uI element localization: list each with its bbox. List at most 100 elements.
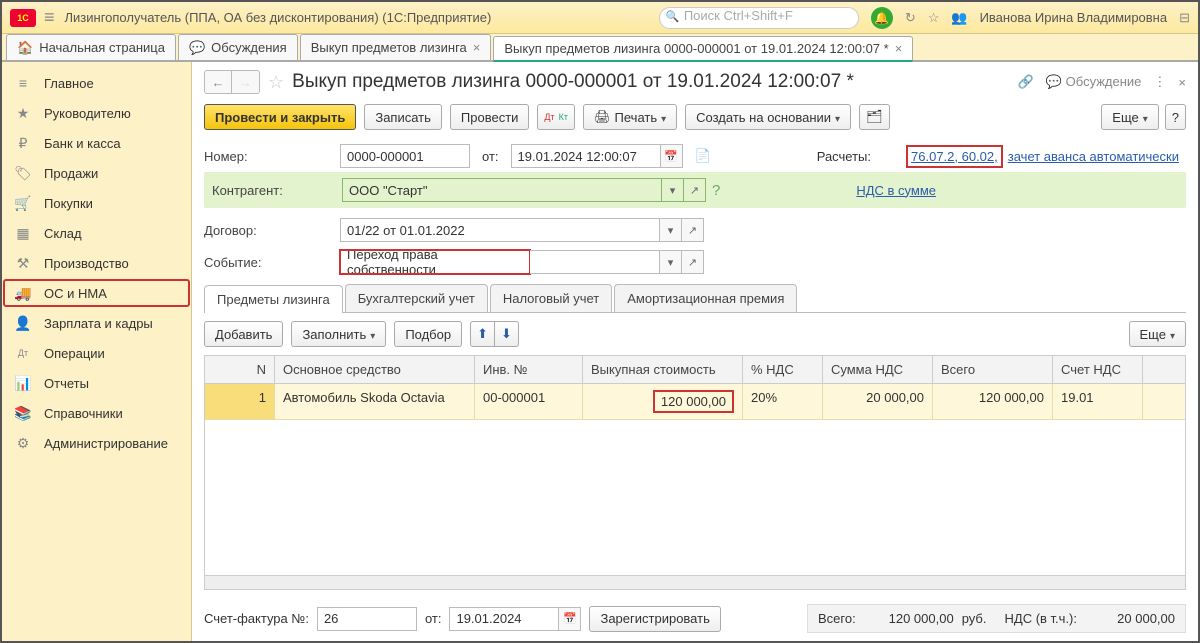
- col-header-total[interactable]: Всего: [933, 356, 1053, 383]
- event-input-rest[interactable]: [530, 250, 660, 274]
- dropdown-icon[interactable]: ▾: [660, 250, 682, 274]
- dtkt-button[interactable]: ДтКт: [537, 104, 575, 130]
- sidebar-item-reports[interactable]: 📊Отчеты: [2, 368, 191, 398]
- sidebar-item-manager[interactable]: ★Руководителю: [2, 98, 191, 128]
- subtab-tax[interactable]: Налоговый учет: [490, 284, 612, 312]
- sidebar-item-label: Склад: [44, 226, 82, 241]
- tab-discussions[interactable]: 💬 Обсуждения: [178, 34, 298, 60]
- sidebar-item-main[interactable]: ≡Главное: [2, 68, 191, 98]
- sidebar-item-warehouse[interactable]: ▦Склад: [2, 218, 191, 248]
- add-row-button[interactable]: Добавить: [204, 321, 283, 347]
- close-icon[interactable]: ×: [895, 41, 903, 56]
- open-icon[interactable]: ↗: [682, 218, 704, 242]
- panel-toggle-icon[interactable]: ⊟: [1179, 10, 1190, 26]
- contractor-help-icon[interactable]: ?: [712, 182, 720, 199]
- pick-button[interactable]: Подбор: [394, 321, 462, 347]
- cell-inv[interactable]: 00-000001: [475, 384, 583, 419]
- cell-vat-sum[interactable]: 20 000,00: [823, 384, 933, 419]
- date-input[interactable]: 19.01.2024 12:00:07: [511, 144, 661, 168]
- tab-buyout-doc-label: Выкуп предметов лизинга 0000-000001 от 1…: [504, 41, 888, 56]
- notifications-icon[interactable]: 🔔: [871, 7, 893, 29]
- help-button[interactable]: ?: [1165, 104, 1186, 130]
- vat-mode-link[interactable]: НДС в сумме: [856, 183, 936, 198]
- cell-buyout[interactable]: 120 000,00: [583, 384, 743, 419]
- number-input[interactable]: 0000-000001: [340, 144, 470, 168]
- col-header-inv[interactable]: Инв. №: [475, 356, 583, 383]
- cell-n[interactable]: 1: [205, 384, 275, 419]
- move-up-button[interactable]: ⬆: [470, 321, 495, 347]
- cell-asset[interactable]: Автомобиль Skoda Octavia: [275, 384, 475, 419]
- star-icon[interactable]: ☆: [928, 10, 940, 26]
- sidebar-item-admin[interactable]: ⚙Администрирование: [2, 428, 191, 458]
- sidebar-item-sales[interactable]: 🏷Продажи: [2, 158, 191, 188]
- col-header-buyout[interactable]: Выкупная стоимость: [583, 356, 743, 383]
- posted-flag-icon[interactable]: 📄: [695, 148, 711, 164]
- more-button[interactable]: Еще: [1101, 104, 1158, 130]
- dropdown-icon[interactable]: ▾: [660, 218, 682, 242]
- link-icon[interactable]: 🔗: [1018, 74, 1034, 90]
- hamburger-icon[interactable]: ≡: [44, 7, 55, 28]
- cell-vat-pct[interactable]: 20%: [743, 384, 823, 419]
- col-header-asset[interactable]: Основное средство: [275, 356, 475, 383]
- col-header-n[interactable]: N: [205, 356, 275, 383]
- tab-buyout-list[interactable]: Выкуп предметов лизинга ×: [300, 34, 492, 60]
- sidebar-item-bank[interactable]: ₽Банк и касса: [2, 128, 191, 158]
- discussion-link[interactable]: 💬 Обсуждение: [1046, 74, 1142, 90]
- back-button[interactable]: ←: [204, 70, 232, 94]
- calendar-icon[interactable]: 📅: [559, 607, 581, 631]
- col-header-account[interactable]: Счет НДС: [1053, 356, 1143, 383]
- create-based-label: Создать на основании: [696, 110, 831, 125]
- structure-button[interactable]: 🗂: [859, 104, 890, 130]
- invoice-number-input[interactable]: 26: [317, 607, 417, 631]
- cart-icon: 🛒: [14, 195, 32, 212]
- cell-total[interactable]: 120 000,00: [933, 384, 1053, 419]
- table-row[interactable]: 1 Автомобиль Skoda Octavia 00-000001 120…: [205, 384, 1185, 420]
- create-based-button[interactable]: Создать на основании: [685, 104, 851, 130]
- settlements-link-accounts[interactable]: 76.07.2, 60.02,: [907, 146, 1002, 167]
- dropdown-icon[interactable]: ▾: [662, 178, 684, 202]
- forward-button[interactable]: →: [232, 70, 260, 94]
- open-icon[interactable]: ↗: [684, 178, 706, 202]
- tab-buyout-doc[interactable]: Выкуп предметов лизинга 0000-000001 от 1…: [493, 36, 913, 62]
- global-search-input[interactable]: Поиск Ctrl+Shift+F: [659, 7, 859, 29]
- contractor-input[interactable]: ООО "Старт": [342, 178, 662, 202]
- close-icon[interactable]: ×: [1178, 75, 1186, 90]
- current-user[interactable]: Иванова Ирина Владимировна: [980, 10, 1168, 25]
- post-button[interactable]: Провести: [450, 104, 530, 130]
- horizontal-scrollbar[interactable]: [204, 576, 1186, 590]
- history-icon[interactable]: ↻: [905, 10, 916, 26]
- subtab-premium[interactable]: Амортизационная премия: [614, 284, 797, 312]
- sidebar-item-operations[interactable]: ДтОперации: [2, 338, 191, 368]
- sidebar-item-salary[interactable]: 👤Зарплата и кадры: [2, 308, 191, 338]
- event-input[interactable]: Переход права собственности: [340, 250, 530, 274]
- sidebar-item-catalogs[interactable]: 📚Справочники: [2, 398, 191, 428]
- post-and-close-button[interactable]: Провести и закрыть: [204, 104, 356, 130]
- sidebar-item-purchases[interactable]: 🛒Покупки: [2, 188, 191, 218]
- favorite-star-icon[interactable]: ☆: [268, 72, 284, 93]
- sidebar-item-os-nma[interactable]: 🚚ОС и НМА: [2, 278, 191, 308]
- col-header-vat-sum[interactable]: Сумма НДС: [823, 356, 933, 383]
- tab-discussions-label: Обсуждения: [211, 40, 287, 55]
- col-header-vat-pct[interactable]: % НДС: [743, 356, 823, 383]
- calendar-icon[interactable]: 📅: [661, 144, 683, 168]
- close-icon[interactable]: ×: [473, 40, 481, 55]
- settlements-link-advance[interactable]: зачет аванса автоматически: [1008, 149, 1179, 164]
- open-icon[interactable]: ↗: [682, 250, 704, 274]
- sidebar-item-production[interactable]: ⚒Производство: [2, 248, 191, 278]
- users-icon[interactable]: 👥: [951, 10, 967, 26]
- tab-home[interactable]: 🏠 Начальная страница: [6, 34, 176, 60]
- invoice-date-input[interactable]: 19.01.2024: [449, 607, 559, 631]
- fill-button[interactable]: Заполнить: [291, 321, 386, 347]
- subtab-items[interactable]: Предметы лизинга: [204, 285, 343, 313]
- cell-account[interactable]: 19.01: [1053, 384, 1143, 419]
- move-down-button[interactable]: ⬇: [495, 321, 519, 347]
- more-icon[interactable]: ⋮: [1153, 74, 1166, 90]
- subtab-accounting[interactable]: Бухгалтерский учет: [345, 284, 488, 312]
- register-invoice-button[interactable]: Зарегистрировать: [589, 606, 720, 632]
- save-button[interactable]: Записать: [364, 104, 442, 130]
- table-more-button[interactable]: Еще: [1129, 321, 1186, 347]
- sidebar-item-label: Руководителю: [44, 106, 131, 121]
- print-button[interactable]: 🖨 Печать: [583, 104, 677, 130]
- contract-input[interactable]: 01/22 от 01.01.2022: [340, 218, 660, 242]
- sidebar-item-label: Главное: [44, 76, 94, 91]
